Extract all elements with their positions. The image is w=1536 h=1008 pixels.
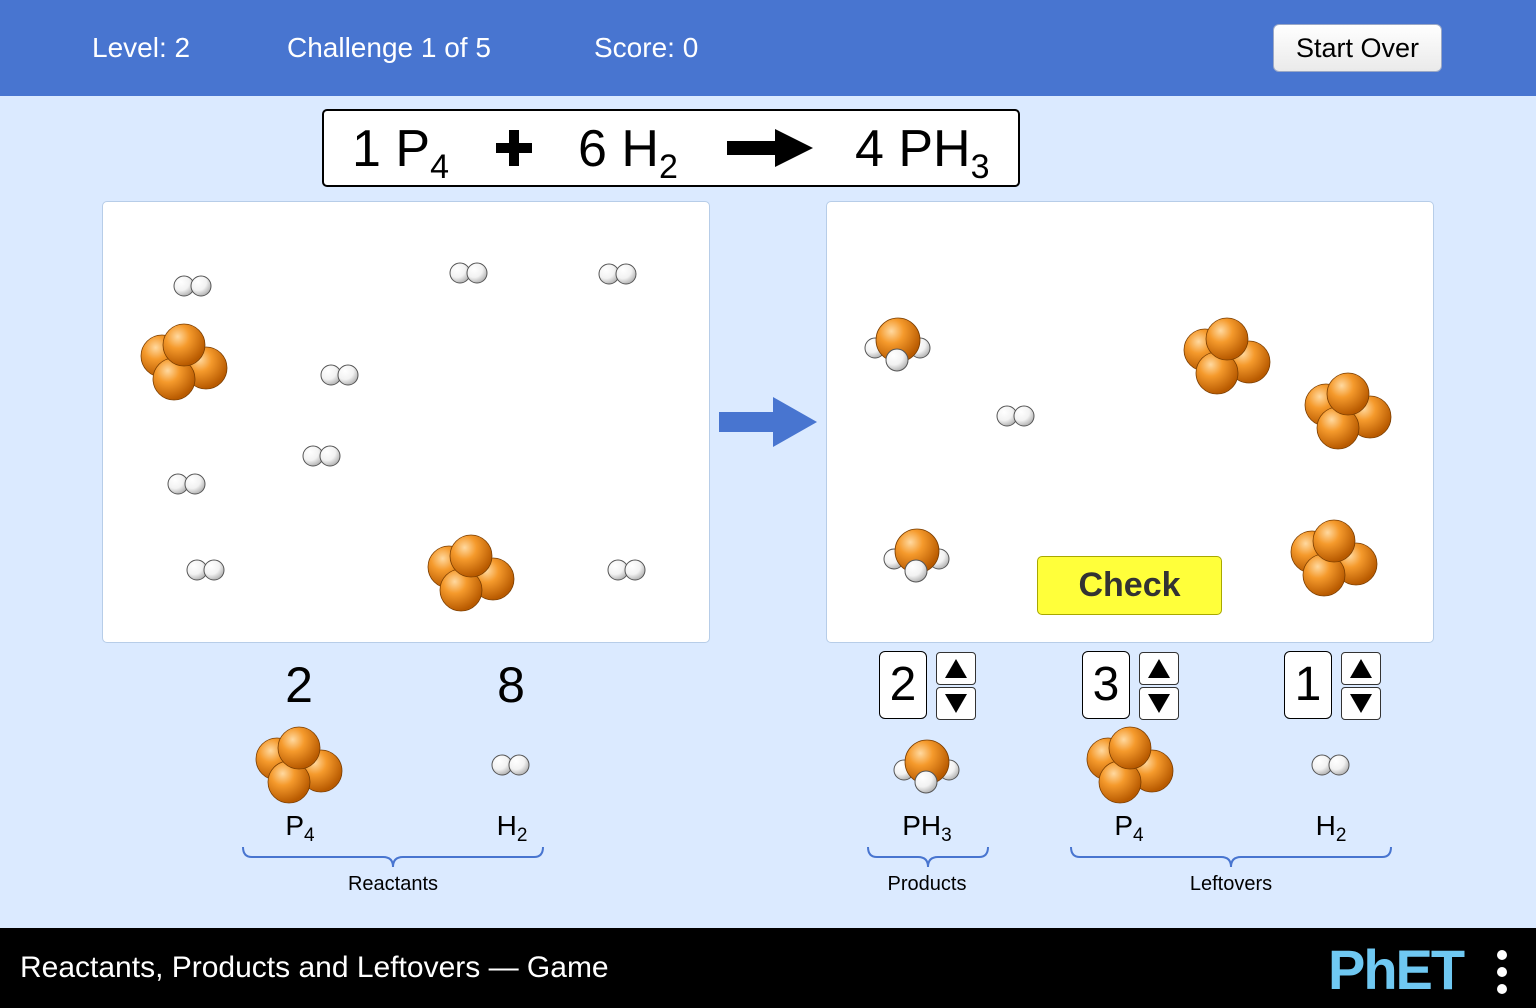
- ph3-molecule-icon: [881, 527, 953, 587]
- leftovers-label: Leftovers: [1189, 873, 1273, 895]
- top-bar: Level: 2 Challenge 1 of 5 Score: 0 Start…: [0, 0, 1536, 96]
- leftover-p4-formula: P4: [1114, 810, 1144, 846]
- triangle-up-icon: [945, 659, 967, 678]
- p4-molecule-icon: [1302, 371, 1394, 451]
- triangle-up-icon: [1350, 659, 1372, 678]
- h2-molecule-icon: [172, 274, 214, 298]
- products-brace: [867, 846, 989, 868]
- h2-molecule-icon: [185, 558, 227, 582]
- reaction-direction-arrow-icon: [719, 397, 817, 447]
- p4-molecule-icon: [1288, 518, 1380, 598]
- plus-icon: [496, 130, 532, 166]
- h2-molecule-icon: [1310, 753, 1352, 777]
- h2-molecule-icon: [301, 444, 343, 468]
- products-label: Products: [887, 873, 967, 895]
- leftover-p4-decrement-button[interactable]: [1139, 687, 1179, 720]
- equation-reactant-1: 1 P4: [352, 120, 449, 186]
- reactant-h2-formula: H2: [496, 810, 528, 846]
- reactant-p4-formula: P4: [285, 810, 315, 846]
- footer-bar: Reactants, Products and Leftovers — Game…: [0, 928, 1536, 1008]
- leftover-h2-increment-button[interactable]: [1341, 652, 1381, 685]
- triangle-down-icon: [1350, 694, 1372, 713]
- reaction-arrow-icon: [727, 129, 813, 167]
- p4-molecule-icon: [1181, 316, 1273, 396]
- phet-logo[interactable]: PhET: [1328, 940, 1465, 1000]
- reactants-brace: [242, 846, 544, 868]
- reactant-p4-count: 2: [285, 657, 313, 713]
- start-over-button[interactable]: Start Over: [1273, 24, 1442, 72]
- equation-reactant-2: 6 H2: [578, 120, 678, 186]
- h2-molecule-icon: [448, 261, 490, 285]
- h2-molecule-icon: [597, 262, 639, 286]
- reactants-box: [102, 201, 710, 643]
- reactant-h2-count: 8: [497, 657, 525, 713]
- equation-product: 4 PH3: [855, 120, 990, 186]
- product-ph3-formula: PH3: [902, 810, 952, 846]
- score-label: Score: 0: [594, 32, 699, 63]
- product-ph3-decrement-button[interactable]: [936, 687, 976, 720]
- ph3-molecule-icon: [891, 738, 963, 798]
- h2-molecule-icon: [995, 404, 1037, 428]
- product-ph3-increment-button[interactable]: [936, 652, 976, 685]
- ph3-molecule-icon: [862, 316, 934, 376]
- p4-molecule-icon: [138, 322, 230, 402]
- sim-title: Reactants, Products and Leftovers — Game: [20, 951, 609, 984]
- triangle-up-icon: [1148, 659, 1170, 678]
- chemical-equation: 1 P4 6 H2 4 PH3: [322, 109, 1020, 187]
- triangle-down-icon: [1148, 694, 1170, 713]
- triangle-down-icon: [945, 694, 967, 713]
- h2-molecule-icon: [166, 472, 208, 496]
- leftover-h2-count[interactable]: 1: [1284, 651, 1332, 719]
- h2-molecule-icon: [606, 558, 648, 582]
- leftover-p4-increment-button[interactable]: [1139, 652, 1179, 685]
- more-menu-icon[interactable]: [1494, 948, 1510, 996]
- check-button[interactable]: Check: [1037, 556, 1222, 615]
- level-label: Level: 2: [92, 32, 191, 63]
- leftovers-brace: [1070, 846, 1392, 868]
- h2-molecule-icon: [319, 363, 361, 387]
- p4-molecule-icon: [425, 533, 517, 613]
- leftover-p4-count[interactable]: 3: [1082, 651, 1130, 719]
- p4-molecule-icon: [253, 725, 345, 805]
- h2-molecule-icon: [490, 753, 532, 777]
- product-ph3-count[interactable]: 2: [879, 651, 927, 719]
- reactants-label: Reactants: [347, 873, 439, 895]
- leftover-h2-formula: H2: [1315, 810, 1347, 846]
- leftover-h2-decrement-button[interactable]: [1341, 687, 1381, 720]
- p4-molecule-icon: [1084, 725, 1176, 805]
- challenge-label: Challenge 1 of 5: [287, 32, 491, 63]
